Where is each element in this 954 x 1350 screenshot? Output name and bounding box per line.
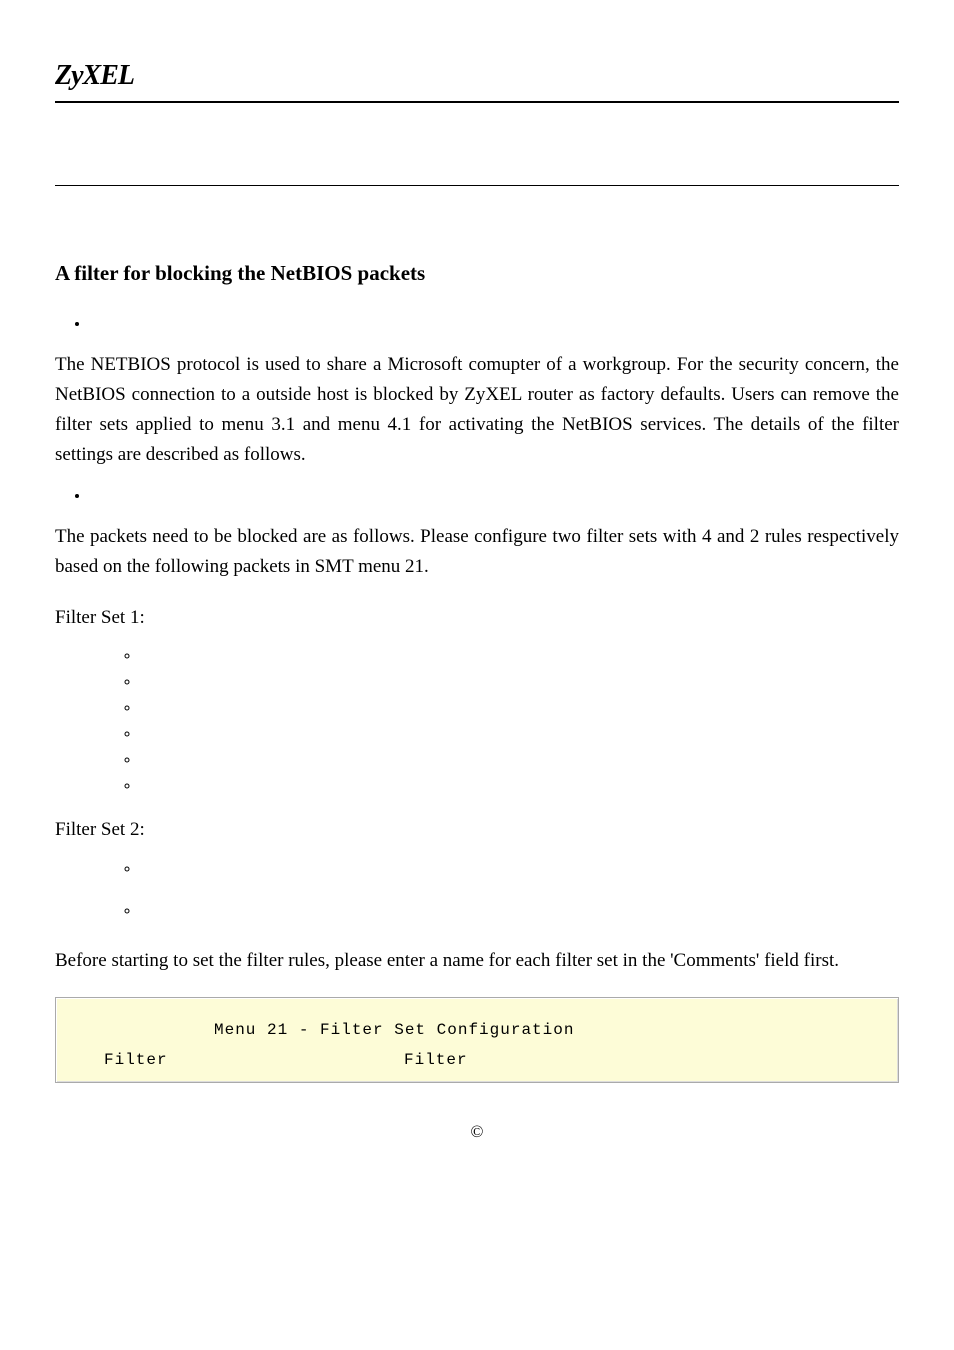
list-item: [139, 724, 899, 742]
bullet-group-1: [89, 314, 899, 332]
list-item: [139, 750, 899, 768]
filterset1-heading: Filter Set 1:: [55, 604, 899, 633]
terminal-col-header-2: Filter: [404, 1048, 468, 1072]
filterset2-heading: Filter Set 2:: [55, 816, 899, 845]
terminal-title: Menu 21 - Filter Set Configuration: [72, 1018, 882, 1042]
filterset1-list: [139, 646, 899, 794]
terminal-col-header-1: Filter: [104, 1048, 404, 1072]
header-rule: [55, 101, 899, 103]
list-item: [139, 672, 899, 690]
bullet-item: [89, 486, 899, 504]
footer-copyright: ©: [55, 1119, 899, 1145]
list-item: [139, 859, 899, 877]
bullet-group-2: [89, 486, 899, 504]
instruction-text: Before starting to set the filter rules,…: [55, 947, 899, 976]
list-item: [139, 776, 899, 794]
section-rule: [55, 185, 899, 186]
bullet-item: [89, 314, 899, 332]
paragraph-config: The packets need to be blocked are as fo…: [55, 522, 899, 582]
list-item: [139, 901, 899, 919]
brand-logo: ZyXEL: [55, 55, 899, 97]
terminal-output: Menu 21 - Filter Set Configuration Filte…: [55, 997, 899, 1083]
filterset2-list: [139, 859, 899, 919]
paragraph-intro: The NETBIOS protocol is used to share a …: [55, 350, 899, 470]
list-item: [139, 698, 899, 716]
page-title: A filter for blocking the NetBIOS packet…: [55, 258, 899, 290]
terminal-header-row: Filter Filter: [72, 1048, 882, 1072]
list-item: [139, 646, 899, 664]
